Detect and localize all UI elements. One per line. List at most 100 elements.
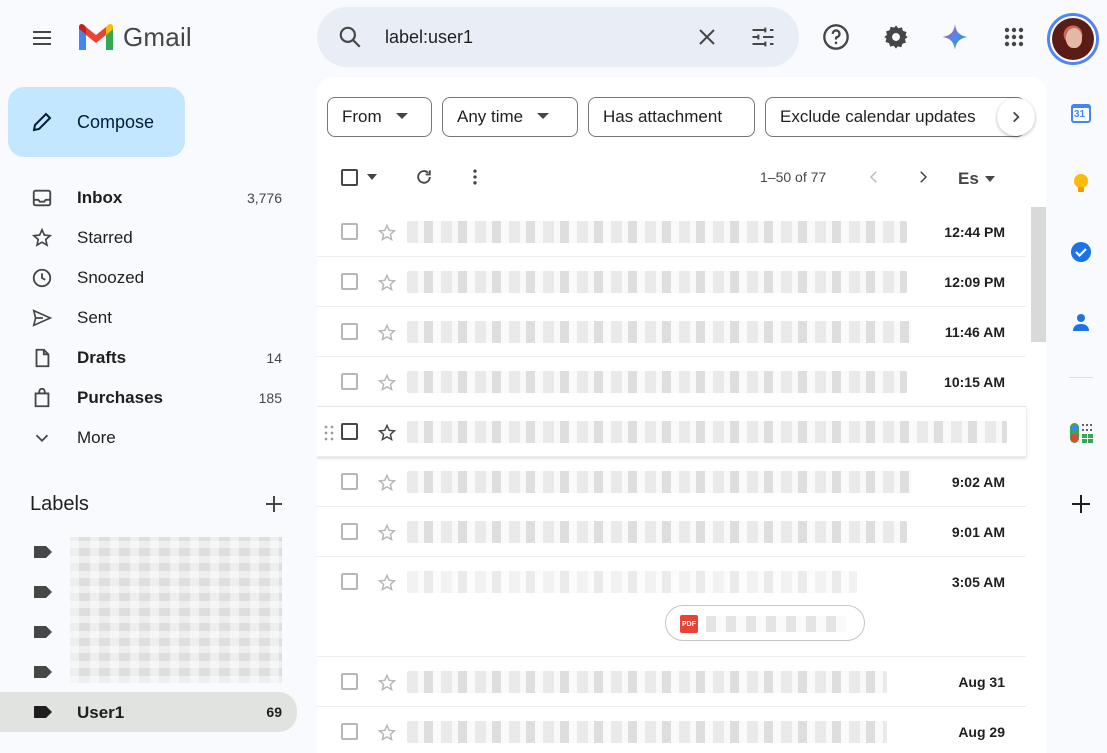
row-checkbox[interactable] [341, 373, 358, 390]
label-icon[interactable] [33, 624, 53, 640]
account-avatar[interactable] [1047, 13, 1099, 65]
email-row[interactable]: Aug 31 [317, 657, 1026, 707]
star-toggle-icon[interactable] [377, 723, 397, 743]
email-row[interactable]: 12:44 PM [317, 207, 1026, 257]
drag-handle-icon[interactable] [324, 425, 334, 441]
keep-app-button[interactable] [1069, 171, 1093, 195]
row-checkbox[interactable] [341, 523, 358, 540]
row-checkbox[interactable] [341, 273, 358, 290]
row-checkbox[interactable] [341, 473, 358, 490]
sidebar-item-sent[interactable]: Sent [0, 299, 297, 335]
apps-button[interactable] [994, 17, 1034, 57]
filter-chip-any-time[interactable]: Any time [442, 97, 578, 137]
row-checkbox[interactable] [341, 673, 358, 690]
search-options-icon[interactable] [749, 23, 777, 51]
older-page-icon[interactable] [914, 168, 932, 186]
star-toggle-icon[interactable] [377, 523, 397, 543]
settings-button[interactable] [876, 17, 916, 57]
select-dropdown-arrow-icon[interactable] [366, 173, 378, 181]
sidebar-item-label: More [77, 428, 116, 447]
email-time: 12:44 PM [944, 224, 1005, 240]
email-row[interactable]: 9:02 AM [317, 457, 1026, 507]
contacts-app-button[interactable] [1069, 310, 1093, 334]
dropdown-arrow-icon [984, 176, 995, 182]
sidebar-item-purchases[interactable]: Purchases 185 [0, 379, 297, 415]
star-toggle-icon[interactable] [377, 373, 397, 393]
input-tools-button[interactable]: Es [958, 169, 995, 189]
select-all-checkbox[interactable] [341, 169, 358, 186]
star-toggle-icon[interactable] [377, 423, 397, 443]
email-row[interactable]: 9:01 AM [317, 507, 1026, 557]
sidebar-item-drafts[interactable]: Drafts 14 [0, 339, 297, 375]
gmail-m-icon [79, 23, 113, 50]
sidebar-item-more[interactable]: More [0, 419, 297, 455]
plus-icon [1072, 495, 1090, 513]
apps-grid-icon [1004, 27, 1024, 47]
search-icon[interactable] [337, 24, 363, 50]
get-addons-button[interactable] [1069, 492, 1093, 516]
create-label-plus-icon[interactable] [262, 492, 286, 516]
redacted-email-content [407, 721, 887, 743]
filter-chip-has-attachment[interactable]: Has attachment [588, 97, 755, 137]
email-row[interactable]: Aug 29 [317, 707, 1026, 753]
compose-button[interactable]: Compose [8, 87, 185, 157]
contacts-person-icon [1073, 314, 1089, 331]
redacted-email-content [407, 421, 1007, 443]
email-row[interactable]: 3:05 AM PDF [317, 557, 1026, 657]
list-toolbar: 1–50 of 77 Es [317, 157, 1046, 197]
tasks-app-button[interactable] [1069, 240, 1093, 264]
sidebar-item-label: Starred [77, 228, 133, 247]
star-toggle-icon[interactable] [377, 323, 397, 343]
label-icon [34, 706, 52, 718]
sidebar-item-user1[interactable]: User1 69 [0, 692, 297, 732]
filter-chip-exclude-calendar[interactable]: Exclude calendar updates [765, 97, 1025, 137]
gemini-button[interactable] [935, 17, 975, 57]
filter-chip-from[interactable]: From [327, 97, 432, 137]
gmail-logo[interactable]: Gmail [77, 22, 192, 53]
redacted-email-content [407, 671, 887, 693]
star-toggle-icon[interactable] [377, 573, 397, 593]
chip-label: Has attachment [603, 107, 723, 126]
main-menu-button[interactable] [22, 18, 62, 58]
calendar-app-button[interactable]: 31 [1069, 101, 1093, 125]
sidebar-item-snoozed[interactable]: Snoozed [0, 259, 297, 295]
clear-search-icon[interactable] [695, 25, 719, 49]
email-row[interactable]: 12:09 PM [317, 257, 1026, 307]
label-icon[interactable] [33, 584, 53, 600]
label-icon[interactable] [33, 664, 53, 680]
row-checkbox[interactable] [341, 323, 358, 340]
label-icon[interactable] [33, 544, 53, 560]
email-row[interactable]: 10:15 AM [317, 357, 1026, 407]
sidebar-item-label: Drafts [77, 348, 127, 367]
email-row[interactable]: 11:46 AM [317, 307, 1026, 357]
row-checkbox[interactable] [341, 723, 358, 740]
list-scrollbar[interactable] [1031, 207, 1046, 342]
attachment-chip[interactable]: PDF [665, 605, 865, 641]
newer-page-icon[interactable] [865, 168, 883, 186]
star-toggle-icon[interactable] [377, 473, 397, 493]
row-checkbox[interactable] [341, 423, 358, 440]
labels-heading: Labels [30, 493, 89, 515]
mail-list-panel: From Any time Has attachment Exclude cal… [317, 77, 1046, 753]
keep-lightbulb-icon [1074, 174, 1088, 192]
chips-scroll-right-button[interactable] [997, 98, 1035, 136]
addon-app-button[interactable] [1069, 421, 1093, 445]
star-toggle-icon[interactable] [377, 223, 397, 243]
chip-label: From [342, 107, 382, 126]
more-vert-icon[interactable] [465, 167, 485, 187]
star-toggle-icon[interactable] [377, 273, 397, 293]
sidebar-item-inbox[interactable]: Inbox 3,776 [0, 179, 297, 215]
draft-icon [35, 348, 50, 368]
row-checkbox[interactable] [341, 223, 358, 240]
email-row-hovered[interactable] [317, 407, 1026, 457]
sidebar-item-starred[interactable]: Starred [0, 219, 297, 255]
support-button[interactable] [816, 17, 856, 57]
search-input[interactable] [385, 21, 685, 53]
row-checkbox[interactable] [341, 573, 358, 590]
search-bar[interactable] [317, 7, 799, 67]
refresh-icon[interactable] [414, 167, 434, 187]
email-time: Aug 29 [958, 724, 1005, 740]
redacted-email-content [407, 221, 907, 243]
star-toggle-icon[interactable] [377, 673, 397, 693]
redacted-attachment-name [706, 616, 846, 632]
